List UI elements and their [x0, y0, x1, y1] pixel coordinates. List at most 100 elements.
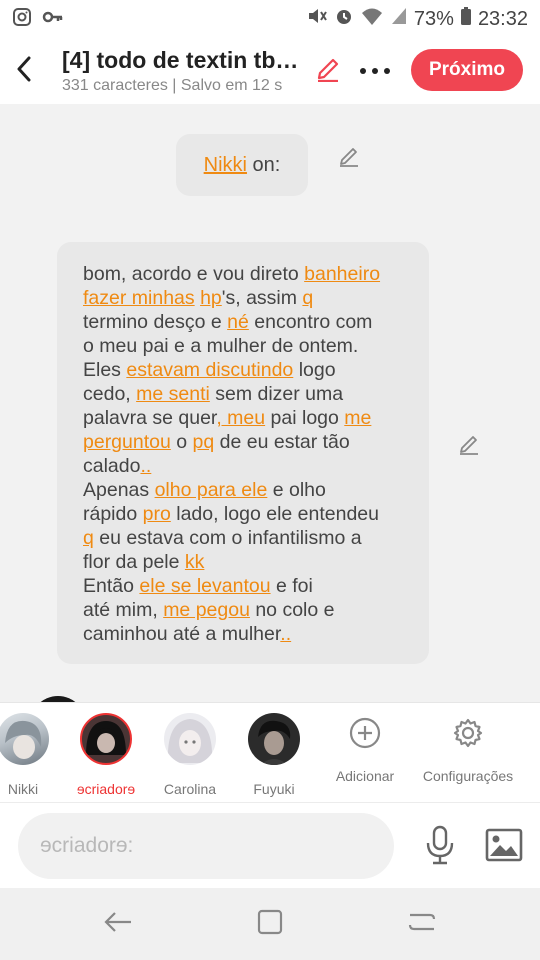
narrative-text-segment: rápido [83, 503, 143, 525]
status-bar: 73% 23:32 [0, 0, 540, 38]
pencil-icon [315, 56, 341, 87]
message-bubble-intro[interactable]: Nikki on: [176, 134, 308, 196]
character-name: Carolina [163, 781, 217, 797]
narrative-text-segment: e olho [267, 479, 326, 501]
add-character-button[interactable]: Adicionar [334, 717, 396, 784]
wifi-icon [360, 6, 384, 32]
microphone-icon [425, 825, 455, 870]
character-name: Nikki [7, 781, 39, 797]
inline-link[interactable]: fazer minhas [83, 287, 195, 309]
inline-link[interactable]: q [302, 287, 313, 309]
avatar [248, 713, 300, 765]
inline-link[interactable]: olho para ele [155, 479, 268, 501]
narrative-text-segment: no colo e [249, 599, 335, 621]
character-carolina[interactable]: Carolina [153, 711, 227, 797]
inline-link[interactable]: perguntou [83, 431, 171, 453]
more-horizontal-icon [359, 62, 391, 80]
pencil-icon [338, 145, 360, 172]
document-title: [4] todo de textin tb… [62, 47, 299, 73]
system-navigation-bar [0, 888, 540, 960]
narrative-line: fazer minhas hp's, assim q [83, 286, 405, 310]
inline-link[interactable]: kk [185, 551, 205, 573]
battery-percent: 73% [413, 7, 454, 30]
narrative-text-segment: eu estava com o infantilismo a [93, 527, 362, 549]
narrative-text-segment: até mim, [83, 599, 164, 621]
narrative-text-segment: sem dizer uma [209, 383, 344, 405]
nav-home-button[interactable] [250, 908, 290, 940]
inline-link[interactable]: .. [140, 455, 151, 477]
narrative-text-segment: calado [83, 455, 141, 477]
mute-icon [306, 6, 328, 32]
narrative-text-segment: flor da pele [83, 551, 185, 573]
inline-link[interactable]: me pegou [163, 599, 250, 621]
narrative-text-segment: Então [83, 575, 140, 597]
inline-link[interactable]: estavam discutindo [126, 359, 293, 381]
edit-title-button[interactable] [306, 49, 350, 93]
inline-link[interactable]: , meu [216, 407, 265, 429]
character-fuyuki[interactable]: Fuyuki [237, 711, 311, 797]
narrative-text-segment: bom, acordo e vou direto [83, 263, 305, 285]
document-status: 331 caracteres | Salvo em 12 s [62, 77, 283, 94]
voice-input-button[interactable] [420, 825, 460, 869]
inline-link[interactable]: pq [193, 431, 215, 453]
message-list[interactable]: Nikki on: bom, acordo e vou direto banhe… [0, 104, 540, 702]
narrative-line: palavra se quer, meu pai logo me [83, 406, 405, 430]
inline-link[interactable]: .. [280, 623, 291, 645]
inline-link[interactable]: ele se levantou [139, 575, 270, 597]
narrative-text-segment: pai logo [265, 407, 345, 429]
settings-button[interactable]: Configurações [420, 717, 516, 784]
narrative-line: q eu estava com o infantilismo a [83, 526, 405, 550]
instagram-icon [12, 7, 32, 32]
speaker-link[interactable]: Nikki [204, 154, 247, 177]
nav-recents-button[interactable] [402, 908, 442, 940]
arrow-left-icon [103, 910, 133, 939]
key-icon [42, 7, 64, 32]
narrative-text: bom, acordo e vou direto banheiro fazer m… [83, 262, 405, 646]
chevron-left-icon [16, 56, 32, 87]
narrative-text-segment: logo [293, 359, 336, 381]
character-criadore[interactable]: ɘcriadorɘ [69, 711, 143, 797]
back-button[interactable] [0, 47, 48, 95]
status-right: 73% 23:32 [306, 6, 528, 32]
narrative-line: Apenas olho para ele e olho [83, 478, 405, 502]
clock-time: 23:32 [477, 7, 528, 30]
plus-circle-icon [349, 717, 381, 753]
character-name: Fuyuki [253, 781, 295, 797]
edit-message-button-1[interactable] [334, 143, 364, 173]
status-left [12, 7, 64, 32]
narrative-line: Então ele se levantou e foi [83, 574, 405, 598]
inline-link[interactable]: né [227, 311, 249, 333]
inline-link[interactable]: me [344, 407, 371, 429]
edit-message-button-2[interactable] [454, 431, 484, 461]
narrative-text-segment: Apenas [83, 479, 155, 501]
narrative-text-segment: encontro com [248, 311, 373, 333]
more-options-button[interactable] [353, 49, 397, 93]
insert-image-button[interactable] [482, 825, 526, 869]
avatar [0, 713, 49, 765]
gear-icon [452, 718, 484, 753]
narrative-line: até mim, me pegou no colo e [83, 598, 405, 622]
narrative-line: Eles estavam discutindo logo [83, 358, 405, 382]
next-button[interactable]: Próximo [411, 49, 523, 91]
inline-link[interactable]: me senti [136, 383, 210, 405]
message-input[interactable] [18, 813, 394, 879]
pencil-icon [458, 433, 480, 460]
inline-link[interactable]: hp [200, 287, 222, 309]
settings-label: Configurações [422, 768, 514, 784]
narrative-text-segment: lado, logo ele entendeu [170, 503, 379, 525]
narrative-text-segment: palavra se quer [83, 407, 217, 429]
inline-link[interactable]: q [83, 527, 94, 549]
inline-link[interactable]: banheiro [304, 263, 380, 285]
nav-back-button[interactable] [98, 908, 138, 940]
narrative-line: cedo, me senti sem dizer uma [83, 382, 405, 406]
character-nikki[interactable]: Nikki [0, 711, 60, 797]
character-selector: Nikki ɘcriadorɘ Carolina Fuyuki Adiciona… [0, 702, 540, 802]
recents-icon [408, 909, 436, 940]
inline-link[interactable]: pro [143, 503, 171, 525]
narrative-line: calado.. [83, 454, 405, 478]
narrative-text-segment: cedo, [83, 383, 137, 405]
title-block: [4] todo de textin tb… 331 caracteres | … [62, 47, 302, 95]
narrative-text-segment: e foi [270, 575, 313, 597]
narrative-line: rápido pro lado, logo ele entendeu [83, 502, 405, 526]
message-bubble-narrative[interactable]: bom, acordo e vou direto banheiro fazer m… [57, 242, 429, 664]
